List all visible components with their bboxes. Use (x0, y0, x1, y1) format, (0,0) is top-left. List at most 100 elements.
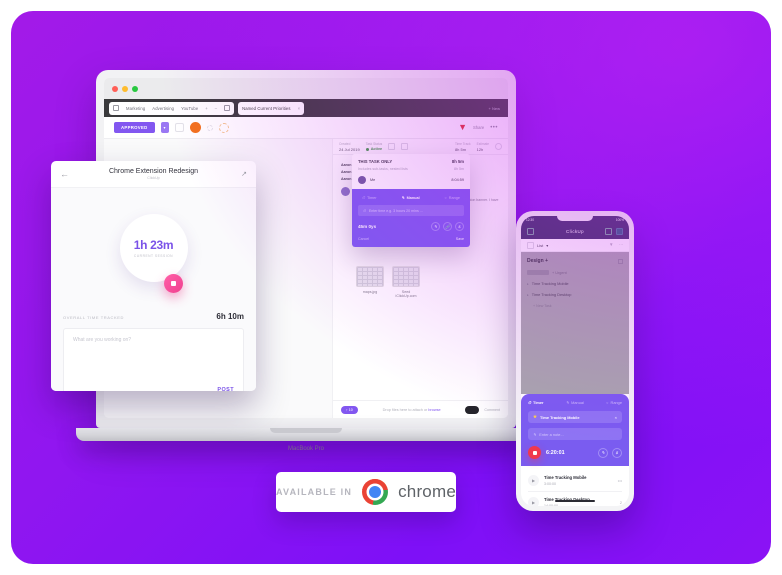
tab-add-icon[interactable]: + (205, 106, 207, 111)
watcher-icon[interactable] (218, 122, 229, 133)
search-icon[interactable] (605, 227, 612, 235)
available-label: AVAILABLE IN (276, 487, 353, 497)
more-icon[interactable]: ⋯ (619, 242, 624, 248)
note-input[interactable]: ✎ Enter a note... (528, 428, 622, 440)
chrome-wordmark: chrome (398, 482, 456, 501)
link-icon[interactable]: 🔗 (443, 222, 452, 231)
folder-icon (113, 105, 119, 111)
browser-tab-strip: Marketing Advertising YouTube + – Named … (104, 99, 508, 117)
session-time: 1h 23m (133, 238, 174, 252)
close-icon[interactable] (112, 85, 118, 92)
menu-icon[interactable] (527, 227, 534, 235)
macbook-base (76, 428, 536, 441)
tab-youtube[interactable]: YouTube (181, 106, 198, 111)
status-caret-button[interactable]: ▾ (160, 122, 169, 133)
thumbnail-item[interactable]: maps.jpg (356, 266, 384, 298)
tab-marketing[interactable]: Marketing (126, 106, 145, 111)
panel-user-time: 8:04:59 (451, 178, 464, 182)
list-item[interactable]: ▶ Time Tracking Desktop 14:00:00 2 (528, 492, 622, 506)
avatar[interactable] (189, 122, 201, 133)
timer-bottom-sheet: ⏱ Timer ✎ Manual ○ Range ★ Time Tracking… (521, 394, 629, 506)
browse-link[interactable]: browse (428, 408, 440, 412)
upload-count-badge[interactable]: ↑ 10 (341, 405, 358, 414)
edit-icon: ✎ (401, 196, 405, 200)
tab-group-left[interactable]: Marketing Advertising YouTube + – (109, 101, 235, 115)
thumbnail-image (356, 266, 384, 287)
tab-timer[interactable]: ⏱ Timer (528, 400, 544, 405)
window-controls[interactable] (112, 85, 138, 92)
status-label: Task Status (365, 142, 383, 146)
play-icon[interactable]: ▶ (528, 497, 539, 506)
note-textarea[interactable]: What are you working on? POST (63, 328, 244, 391)
stop-timer-button[interactable] (163, 274, 183, 293)
panel-total: 8h 5m (451, 159, 464, 164)
list-label[interactable]: List (537, 243, 543, 248)
close-icon[interactable]: × (615, 415, 617, 420)
entry-meta[interactable]: 2 (620, 500, 622, 505)
tab-collapse-icon[interactable]: – (215, 106, 217, 111)
share-button[interactable]: Share (473, 125, 484, 130)
thumbnail-image (392, 266, 420, 287)
minimize-icon[interactable] (122, 85, 128, 92)
tab-range[interactable]: ○ Range (606, 400, 622, 405)
settings-icon[interactable] (414, 143, 421, 150)
chevron-down-icon[interactable]: ▾ (546, 243, 548, 248)
status-badge[interactable]: APPROVED (114, 122, 155, 133)
new-tab-button[interactable]: + New (489, 106, 503, 111)
entry-duration: 3:00:00 (544, 481, 556, 486)
save-button[interactable]: Save (456, 237, 464, 241)
status-meta: Task Status Active (365, 142, 383, 151)
layout-icon[interactable] (388, 143, 396, 150)
cancel-button[interactable]: Cancel (358, 237, 369, 241)
tab-named-current-priorities[interactable]: Named Current Priorities × (238, 101, 305, 115)
dropzone-text: Drop files here to attach or browse (383, 408, 441, 412)
tag-icon[interactable]: ✎ (598, 447, 608, 458)
selected-task-chip[interactable]: ★ Time Tracking Mobile × (528, 411, 622, 423)
chrome-availability-badge[interactable]: AVAILABLE IN chrome (276, 472, 456, 512)
add-assignee-icon[interactable] (206, 124, 213, 131)
tab-range[interactable]: ○ Range (445, 196, 461, 200)
send-button[interactable] (465, 405, 480, 414)
filter-icon[interactable]: ▼ (609, 242, 613, 248)
status-text: Active (370, 147, 383, 151)
overflow-menu-icon[interactable]: ••• (490, 125, 498, 131)
billable-icon[interactable]: $ (612, 447, 622, 458)
list-view-icon[interactable] (527, 241, 534, 249)
list-icon[interactable] (401, 143, 409, 150)
status-dot-icon (365, 147, 369, 151)
copy-icon[interactable] (224, 105, 231, 111)
billable-icon[interactable]: $ (455, 222, 464, 231)
thumbnail-item[interactable]: Seed iClickUp.com (392, 266, 420, 298)
play-icon[interactable]: ▶ (528, 475, 539, 486)
tab-advertising[interactable]: Advertising (152, 106, 174, 111)
manual-time-input[interactable]: ⏱ Enter time e.g. 3 hours 20 mins ... (358, 205, 464, 216)
list-item[interactable]: ▶ Time Tracking Mobile 3:00:00 ••• (528, 470, 622, 492)
attachment-thumbnails: maps.jpg Seed iClickUp.com (356, 266, 420, 298)
overall-label: OVERALL TIME TRACKED (63, 315, 125, 320)
form-icon-buttons: ✎ 🔗 $ (431, 222, 464, 231)
phone-notch (557, 216, 593, 221)
tag-icon[interactable]: ✎ (431, 222, 440, 231)
external-link-icon[interactable]: ↗ (241, 170, 247, 178)
attachment-dropzone[interactable]: ↑ 10 Drop files here to attach or browse… (333, 400, 508, 418)
status-battery: 100% (615, 217, 624, 222)
note-placeholder: Enter a note... (539, 431, 564, 437)
close-icon[interactable]: × (298, 106, 300, 111)
popup-header: ← Chrome Extension Redesign ClickUp ↗ (51, 161, 256, 188)
post-button[interactable]: POST (217, 387, 234, 391)
maximize-icon[interactable] (132, 85, 138, 92)
clock-icon: ⏱ (362, 195, 365, 200)
checklist-icon[interactable] (174, 123, 184, 132)
entry-meta[interactable]: ••• (618, 478, 622, 483)
macbook-notch (270, 428, 342, 433)
sheet-scrim[interactable] (521, 252, 629, 394)
timer-icon[interactable] (495, 143, 502, 150)
stop-timer-button[interactable] (528, 446, 541, 459)
tab-manual[interactable]: ✎ Manual (566, 400, 584, 405)
tab-manual[interactable]: ✎ Manual (401, 195, 419, 201)
panel-title: THIS TASK ONLY (358, 159, 393, 164)
popup-title-block: Chrome Extension Redesign ClickUp (51, 168, 256, 180)
iphone-mockup: 12:30 100% ClickUp List ▾ ▼ ⋯ Design + +… (516, 211, 634, 511)
profile-icon[interactable] (616, 227, 623, 235)
tab-timer[interactable]: ⏱ Timer (362, 196, 377, 200)
